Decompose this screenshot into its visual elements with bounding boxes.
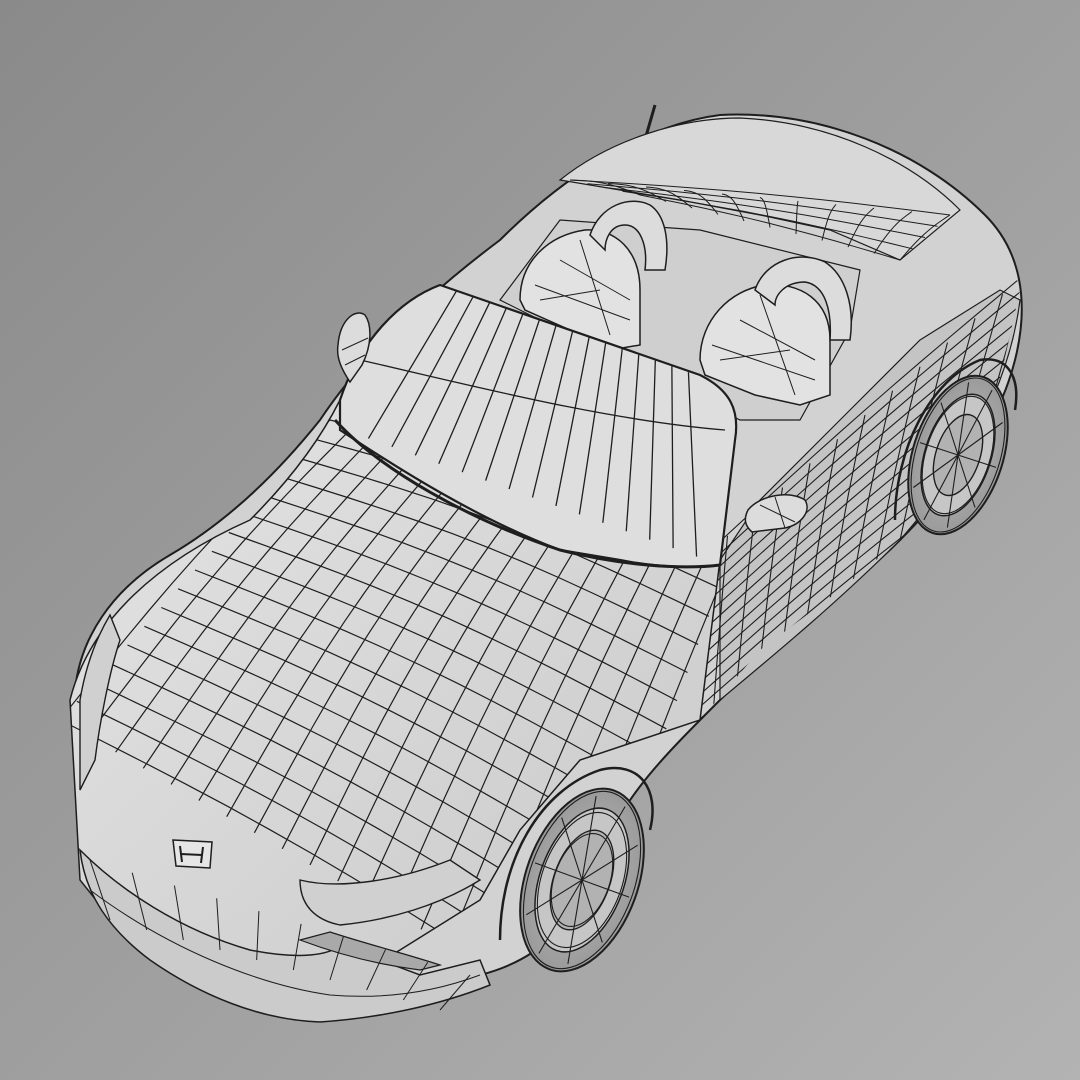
logo-badge-icon: [172, 839, 213, 869]
wireframe-car-render: [0, 0, 1080, 1080]
3d-viewport[interactable]: [0, 0, 1080, 1080]
